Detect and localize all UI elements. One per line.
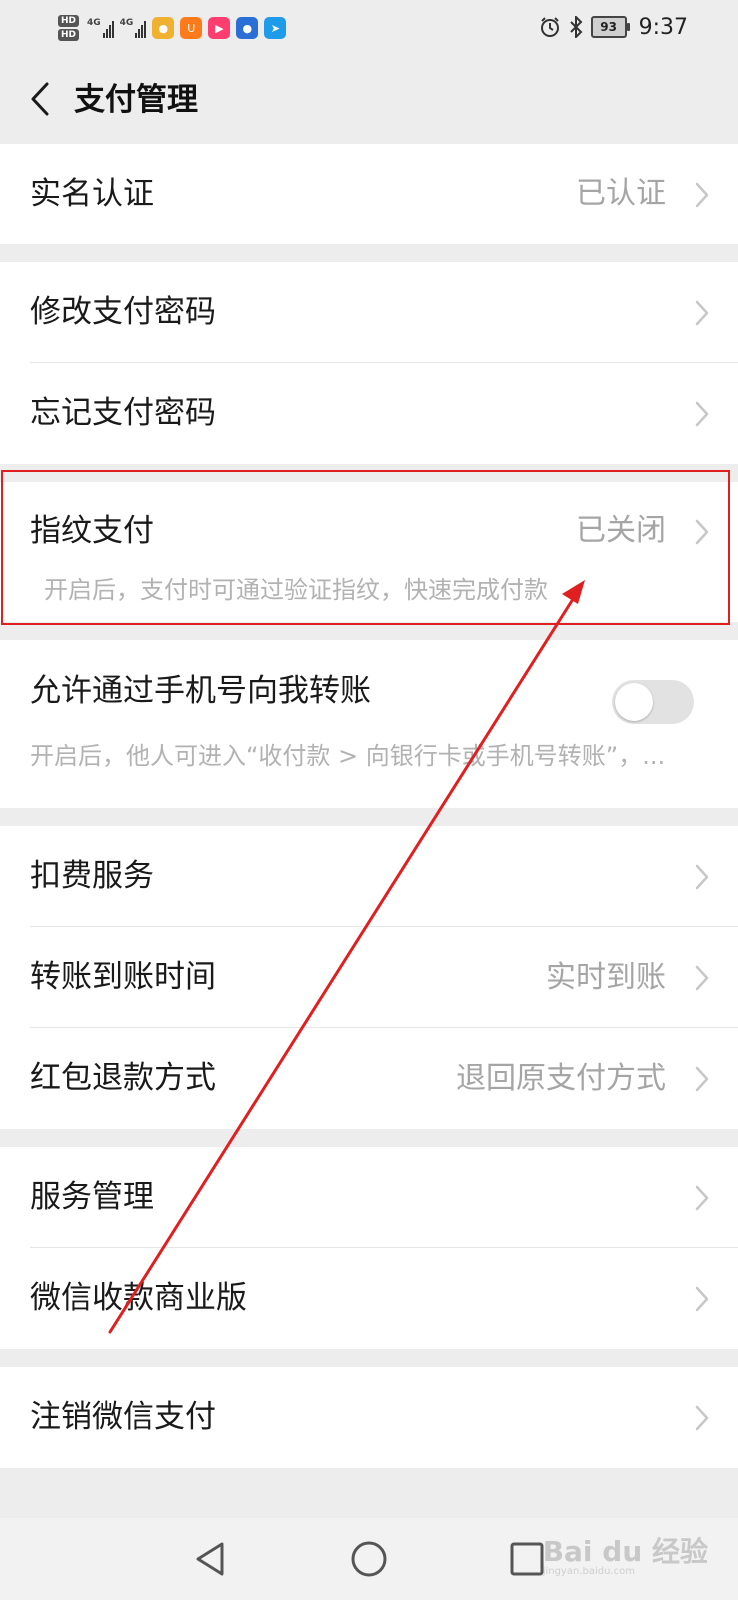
home-circle-icon[interactable] xyxy=(346,1536,392,1582)
group-services: 扣费服务 转账到账时间 实时到账 红包退款方式 退回原支付方式 xyxy=(0,826,738,1129)
chevron-right-icon xyxy=(695,1286,709,1312)
uc-browser-icon: U xyxy=(180,17,203,39)
realname-row[interactable]: 实名认证 已认证 xyxy=(0,144,738,244)
phone-transfer-toggle[interactable] xyxy=(612,680,694,724)
phone-transfer-row: 允许通过手机号向我转账 开启后，他人可进入“收付款 > 向银行卡或手机号转账”，… xyxy=(0,640,738,808)
signal-icon-2: 4G xyxy=(120,18,147,38)
status-right: 93 9:37 xyxy=(539,12,688,42)
chevron-right-icon xyxy=(695,300,709,326)
refund-method-row[interactable]: 红包退款方式 退回原支付方式 xyxy=(0,1028,738,1129)
fingerprint-row[interactable]: 指纹支付 已关闭 开启后，支付时可通过验证指纹，快速完成付款 xyxy=(0,482,738,622)
network-type-1: 4G xyxy=(87,18,101,28)
service-management-row[interactable]: 服务管理 xyxy=(0,1147,738,1248)
baidu-app-icon: ● xyxy=(236,17,259,39)
app-header: 支付管理 xyxy=(0,54,738,144)
group-realname: 实名认证 已认证 xyxy=(0,144,738,244)
group-password: 修改支付密码 忘记支付密码 xyxy=(0,262,738,464)
watermark-brand: Bai du 经验 xyxy=(542,1535,708,1568)
refund-method-value: 退回原支付方式 xyxy=(456,1061,666,1096)
paper-plane-app-icon: ➤ xyxy=(264,17,287,39)
realname-label: 实名认证 xyxy=(30,176,154,212)
forgot-password-row[interactable]: 忘记支付密码 xyxy=(0,363,738,464)
signal-icon-1: 4G xyxy=(87,18,114,38)
bluetooth-icon xyxy=(569,16,583,38)
phone-transfer-label: 允许通过手机号向我转账 xyxy=(30,673,371,709)
deduction-service-row[interactable]: 扣费服务 xyxy=(0,826,738,927)
chevron-left-icon xyxy=(31,82,49,116)
fingerprint-status: 已关闭 xyxy=(576,513,666,548)
group-cancel: 注销微信支付 xyxy=(0,1367,738,1468)
group-fingerprint: 指纹支付 已关闭 开启后，支付时可通过验证指纹，快速完成付款 xyxy=(0,482,738,622)
chevron-right-icon xyxy=(695,864,709,890)
network-type-2: 4G xyxy=(119,18,134,28)
status-left: HD HD 4G 4G ● U ▶ ● ➤ xyxy=(58,8,287,48)
back-button[interactable] xyxy=(20,76,60,122)
group-manage: 服务管理 微信收款商业版 xyxy=(0,1147,738,1349)
cancel-wechat-pay-label: 注销微信支付 xyxy=(30,1399,216,1435)
chevron-right-icon xyxy=(695,965,709,991)
hd-badge-1: HD xyxy=(58,15,80,27)
fingerprint-description: 开启后，支付时可通过验证指纹，快速完成付款 xyxy=(44,576,548,604)
group-phone-transfer: 允许通过手机号向我转账 开启后，他人可进入“收付款 > 向银行卡或手机号转账”，… xyxy=(0,640,738,808)
realname-status: 已认证 xyxy=(576,176,666,211)
chevron-right-icon xyxy=(695,182,709,208)
battery-indicator: 93 xyxy=(590,16,630,38)
alarm-icon xyxy=(540,17,559,37)
phone-transfer-description: 开启后，他人可进入“收付款 > 向银行卡或手机号转账”，... xyxy=(30,742,666,770)
transfer-time-row[interactable]: 转账到账时间 实时到账 xyxy=(0,927,738,1028)
hd-indicator: HD HD xyxy=(58,15,80,41)
cat-app-icon: ● xyxy=(152,17,175,39)
fingerprint-label: 指纹支付 xyxy=(30,513,154,549)
change-password-row[interactable]: 修改支付密码 xyxy=(0,262,738,363)
toggle-knob xyxy=(615,683,653,721)
transfer-time-value: 实时到账 xyxy=(546,960,666,995)
business-edition-label: 微信收款商业版 xyxy=(30,1280,247,1316)
chevron-right-icon xyxy=(695,1066,709,1092)
forgot-password-label: 忘记支付密码 xyxy=(30,395,216,431)
business-edition-row[interactable]: 微信收款商业版 xyxy=(0,1248,738,1349)
transfer-time-label: 转账到账时间 xyxy=(30,959,216,995)
cancel-wechat-pay-row[interactable]: 注销微信支付 xyxy=(0,1367,738,1468)
chevron-right-icon xyxy=(695,519,709,545)
chevron-right-icon xyxy=(695,1185,709,1211)
back-triangle-icon[interactable] xyxy=(188,1536,234,1582)
service-management-label: 服务管理 xyxy=(30,1179,154,1215)
video-app-icon: ▶ xyxy=(208,17,231,39)
chevron-right-icon xyxy=(695,1405,709,1431)
change-password-label: 修改支付密码 xyxy=(30,294,216,330)
status-bar: HD HD 4G 4G ● U ▶ ● ➤ 93 9:37 xyxy=(0,0,738,54)
page-title: 支付管理 xyxy=(74,82,198,118)
status-time: 9:37 xyxy=(638,14,688,40)
baidu-watermark: Bai du 经验 jingyan.baidu.com xyxy=(543,1530,708,1577)
hd-badge-2: HD xyxy=(58,29,80,41)
refund-method-label: 红包退款方式 xyxy=(30,1060,216,1096)
deduction-service-label: 扣费服务 xyxy=(30,858,154,894)
chevron-right-icon xyxy=(695,401,709,427)
